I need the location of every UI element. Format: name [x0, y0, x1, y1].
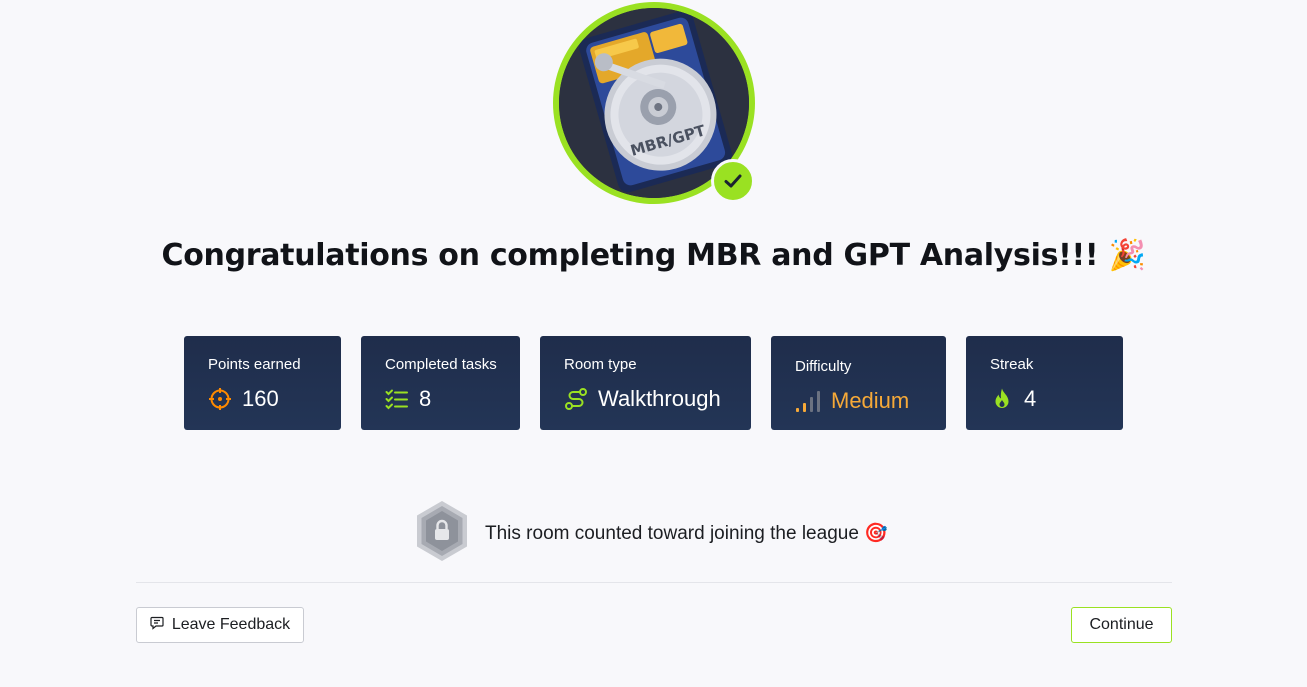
- streak-card: Streak 4: [966, 336, 1123, 430]
- page-title: Congratulations on completing MBR and GP…: [0, 238, 1307, 273]
- crosshair-icon: [208, 387, 232, 411]
- completed-check-badge: [711, 159, 755, 203]
- difficulty-label: Difficulty: [795, 358, 852, 375]
- continue-button[interactable]: Continue: [1071, 607, 1172, 643]
- signal-bars-icon: [795, 389, 823, 413]
- league-text: This room counted toward joining the lea…: [485, 521, 888, 545]
- room-badge: MBR/GPT: [553, 2, 755, 204]
- route-icon: [564, 387, 588, 411]
- difficulty-value: Medium: [831, 388, 910, 413]
- streak-label: Streak: [990, 356, 1034, 373]
- feedback-icon: [150, 616, 164, 635]
- leave-feedback-button[interactable]: Leave Feedback: [136, 607, 304, 643]
- completed-tasks-value: 8: [419, 386, 432, 411]
- check-icon: [724, 174, 742, 188]
- target-icon: 🎯: [864, 523, 888, 544]
- streak-value: 4: [1024, 386, 1037, 411]
- points-earned-label: Points earned: [208, 356, 301, 373]
- room-type-card: Room type Walkthrough: [540, 336, 751, 430]
- room-type-label: Room type: [564, 356, 637, 373]
- league-status: This room counted toward joining the lea…: [415, 500, 888, 566]
- room-type-value: Walkthrough: [598, 386, 721, 411]
- completed-tasks-label: Completed tasks: [385, 356, 497, 373]
- divider: [136, 582, 1172, 583]
- party-popper-icon: 🎉: [1108, 238, 1146, 273]
- difficulty-card: Difficulty Medium: [771, 336, 946, 430]
- points-earned-card: Points earned 160: [184, 336, 341, 430]
- title-text: Congratulations on completing MBR and GP…: [161, 238, 1099, 273]
- locked-hexagon-icon: [415, 500, 469, 566]
- leave-feedback-label: Leave Feedback: [171, 616, 291, 633]
- league-message: This room counted toward joining the lea…: [485, 523, 859, 544]
- points-earned-value: 160: [242, 386, 279, 411]
- room-completion-page: MBR/GPT Congratulations on completing MB…: [0, 0, 1307, 687]
- checklist-icon: [385, 387, 409, 411]
- flame-icon: [990, 387, 1014, 411]
- completed-tasks-card: Completed tasks 8: [361, 336, 520, 430]
